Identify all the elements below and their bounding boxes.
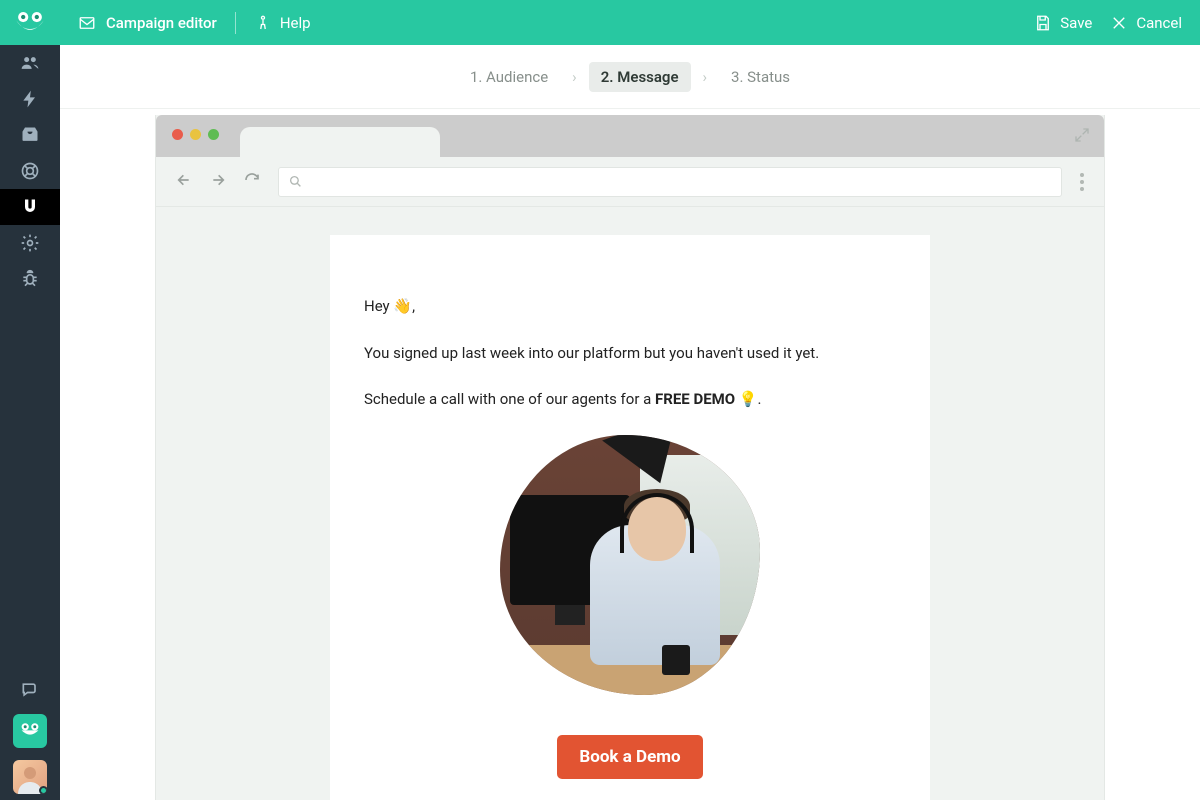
preview-canvas: Hey 👋, You signed up last week into our … bbox=[60, 109, 1200, 800]
envelope-icon bbox=[78, 14, 96, 32]
window-max-dot bbox=[208, 129, 219, 140]
browser-menu-button[interactable] bbox=[1080, 173, 1084, 191]
sidebar-item-people[interactable] bbox=[0, 45, 60, 81]
magnet-icon bbox=[20, 197, 40, 217]
sidebar-item-campaigns[interactable] bbox=[0, 189, 60, 225]
email-line-2: Schedule a call with one of our agents f… bbox=[364, 388, 896, 411]
help-label: Help bbox=[280, 14, 311, 32]
expand-icon bbox=[1074, 127, 1090, 143]
nav-back-button[interactable] bbox=[176, 172, 192, 192]
window-min-dot bbox=[190, 129, 201, 140]
frog-logo-icon bbox=[13, 10, 47, 36]
nav-forward-button[interactable] bbox=[210, 172, 226, 192]
wizard-steps: 1. Audience › 2. Message › 3. Status bbox=[60, 45, 1200, 109]
expand-preview-button[interactable] bbox=[1074, 127, 1090, 147]
arrow-left-icon bbox=[176, 172, 192, 188]
browser-preview: Hey 👋, You signed up last week into our … bbox=[155, 115, 1105, 800]
step-audience[interactable]: 1. Audience bbox=[458, 62, 560, 92]
browser-tabbar bbox=[156, 115, 1104, 157]
save-button[interactable]: Save bbox=[1034, 14, 1092, 32]
frog-avatar-icon bbox=[18, 722, 42, 740]
email-preview-body: Hey 👋, You signed up last week into our … bbox=[156, 207, 1104, 800]
agent-at-desk-illustration bbox=[500, 435, 760, 695]
close-icon bbox=[1110, 14, 1128, 32]
avatar-user[interactable] bbox=[13, 760, 47, 794]
search-icon bbox=[289, 175, 302, 188]
editor-topbar: Campaign editor Help Save Cancel bbox=[60, 0, 1200, 45]
help-button[interactable]: Help bbox=[254, 14, 311, 32]
app-sidebar bbox=[0, 0, 60, 800]
sidebar-item-automation[interactable] bbox=[0, 81, 60, 117]
inbox-icon bbox=[20, 125, 40, 145]
nav-reload-button[interactable] bbox=[244, 172, 260, 192]
people-icon bbox=[20, 53, 40, 73]
presence-dot bbox=[39, 786, 47, 794]
reload-icon bbox=[244, 172, 260, 188]
page-title: Campaign editor bbox=[78, 14, 217, 32]
step-message[interactable]: 2. Message bbox=[589, 62, 691, 92]
chevron-right-icon: › bbox=[572, 68, 577, 86]
cancel-label: Cancel bbox=[1136, 14, 1182, 32]
bug-icon bbox=[20, 269, 40, 289]
browser-urlbar[interactable] bbox=[278, 167, 1062, 197]
step-status[interactable]: 3. Status bbox=[719, 62, 802, 92]
save-icon bbox=[1034, 14, 1052, 32]
browser-tab bbox=[240, 127, 440, 157]
email-content[interactable]: Hey 👋, You signed up last week into our … bbox=[330, 235, 930, 800]
sidebar-item-inbox[interactable] bbox=[0, 117, 60, 153]
window-close-dot bbox=[172, 129, 183, 140]
page-title-text: Campaign editor bbox=[106, 14, 217, 32]
avatar-bot[interactable] bbox=[13, 714, 47, 748]
chevron-right-icon: › bbox=[703, 68, 708, 86]
topbar-divider bbox=[235, 12, 236, 34]
save-label: Save bbox=[1060, 14, 1092, 32]
browser-navbar bbox=[156, 157, 1104, 207]
cancel-button[interactable]: Cancel bbox=[1110, 14, 1182, 32]
lifebuoy-icon bbox=[20, 161, 40, 181]
gear-icon bbox=[20, 233, 40, 253]
arrow-right-icon bbox=[210, 172, 226, 188]
email-hero-image bbox=[500, 435, 760, 695]
sidebar-item-support[interactable] bbox=[0, 153, 60, 189]
email-greeting: Hey 👋, bbox=[364, 295, 896, 318]
chat-icon bbox=[20, 680, 40, 700]
sidebar-item-debug[interactable] bbox=[0, 261, 60, 297]
app-logo[interactable] bbox=[0, 0, 60, 45]
window-controls bbox=[172, 129, 219, 140]
help-icon bbox=[254, 14, 272, 32]
sidebar-item-chat[interactable] bbox=[0, 672, 60, 708]
email-line-1: You signed up last week into our platfor… bbox=[364, 342, 896, 365]
bolt-icon bbox=[20, 89, 40, 109]
sidebar-item-settings[interactable] bbox=[0, 225, 60, 261]
email-cta-button[interactable]: Book a Demo bbox=[557, 735, 702, 779]
